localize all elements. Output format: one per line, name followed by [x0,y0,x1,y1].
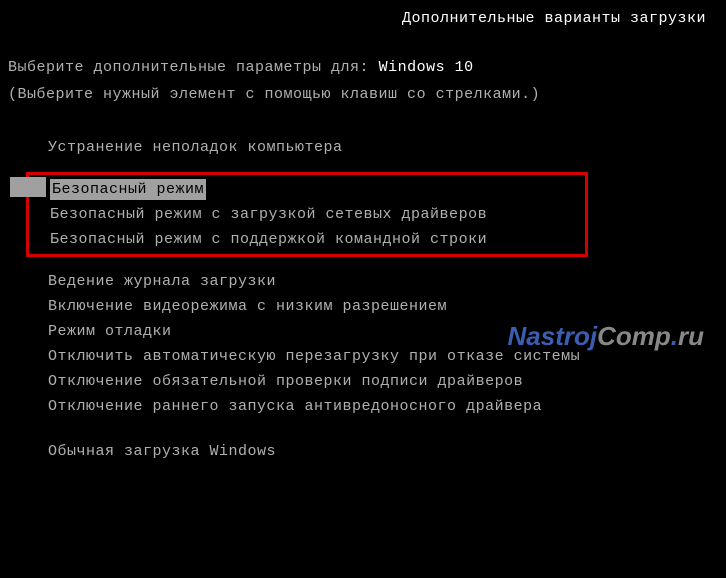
menu-item-repair[interactable]: Устранение неполадок компьютера [48,137,718,158]
menu-block-2: Ведение журнала загрузки Включение видео… [48,271,718,417]
menu-item-boot-log[interactable]: Ведение журнала загрузки [48,271,718,292]
menu-item-safe-mode-cmd[interactable]: Безопасный режим с поддержкой командной … [50,229,585,250]
menu-item-safe-mode-row[interactable]: Безопасный режим [31,179,585,200]
boot-menu[interactable]: Устранение неполадок компьютера Безопасн… [8,137,718,462]
menu-item-no-auto-restart[interactable]: Отключить автоматическую перезагрузку пр… [48,346,718,367]
os-name: Windows 10 [379,59,474,76]
menu-block-3: Обычная загрузка Windows [48,441,718,462]
hint-line: (Выберите нужный элемент с помощью клави… [8,84,718,105]
menu-item-disable-sig[interactable]: Отключение обязательной проверки подписи… [48,371,718,392]
prompt-text: Выберите дополнительные параметры для: [8,59,369,76]
menu-item-safe-mode-net[interactable]: Безопасный режим с загрузкой сетевых дра… [50,204,585,225]
menu-item-normal-boot[interactable]: Обычная загрузка Windows [48,441,718,462]
safe-mode-group-highlight: Безопасный режим Безопасный режим с загр… [26,172,588,257]
menu-item-safe-mode[interactable]: Безопасный режим [50,179,206,200]
selection-indicator [10,177,46,197]
content-area: Выберите дополнительные параметры для: W… [0,57,726,462]
menu-item-low-res[interactable]: Включение видеорежима с низким разрешени… [48,296,718,317]
page-title: Дополнительные варианты загрузки [0,0,726,29]
prompt-line: Выберите дополнительные параметры для: W… [8,57,718,78]
menu-item-disable-elam[interactable]: Отключение раннего запуска антивредоносн… [48,396,718,417]
menu-item-debug[interactable]: Режим отладки [48,321,718,342]
